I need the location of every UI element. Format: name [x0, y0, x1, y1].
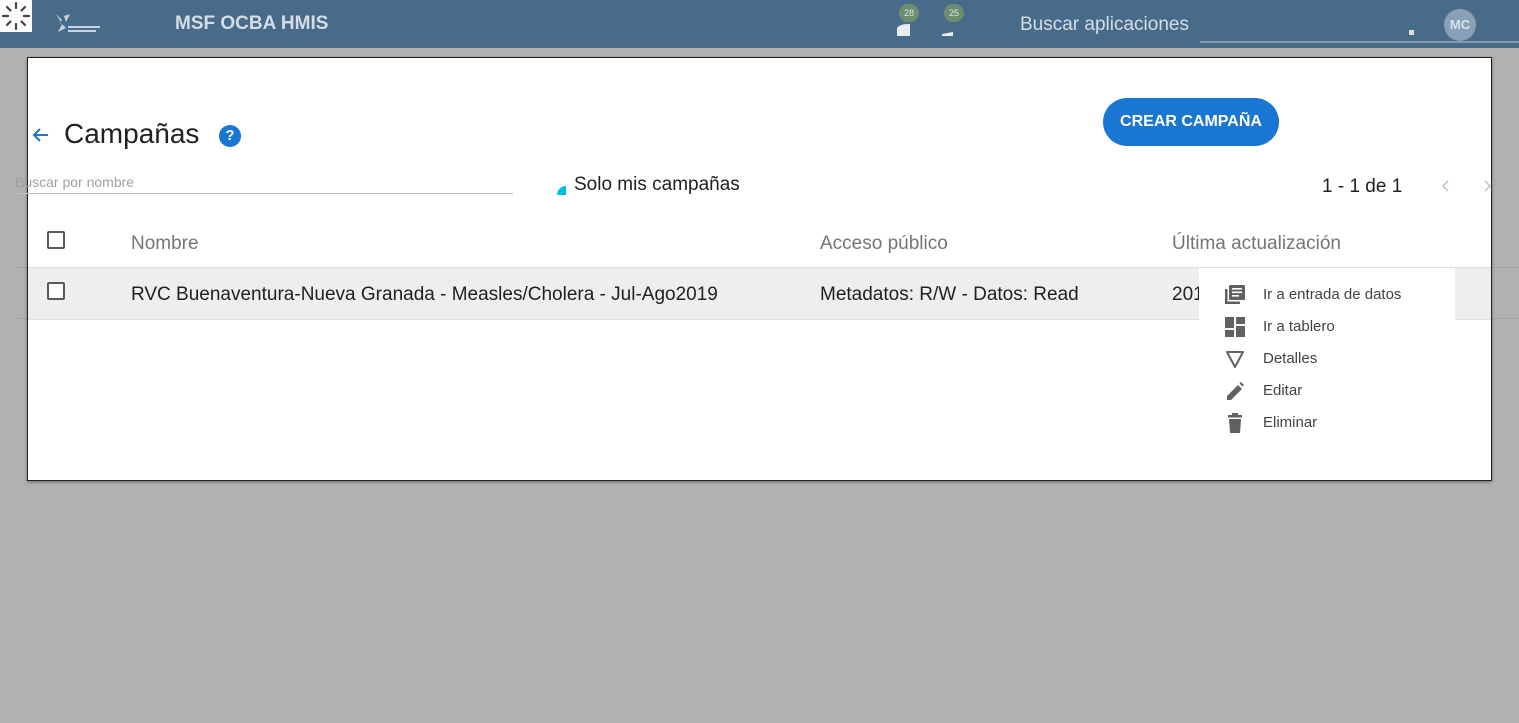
details-icon — [1224, 348, 1246, 370]
menu-label-data-entry: Ir a entrada de datos — [1263, 286, 1402, 303]
search-by-name-input[interactable] — [15, 170, 513, 194]
chevron-left-icon[interactable] — [1438, 176, 1452, 196]
pagination-text: 1 - 1 de 1 — [1322, 176, 1403, 197]
user-avatar[interactable]: MC — [1444, 9, 1476, 41]
delete-icon — [1224, 412, 1246, 434]
select-all-checkbox[interactable] — [47, 231, 65, 249]
table-header: Nombre Acceso público Última actualizaci… — [28, 218, 1491, 268]
menu-label-details: Detalles — [1263, 350, 1318, 367]
column-header-name[interactable]: Nombre — [131, 233, 199, 255]
dashboard-icon — [1224, 316, 1246, 338]
data-entry-icon — [1224, 284, 1246, 306]
campaigns-panel: Campañas ? CREAR CAMPAÑA Solo mis campañ… — [15, 57, 1493, 481]
help-icon[interactable]: ? — [219, 125, 241, 147]
row-public-access-cell: Metadatos: R/W - Datos: Read — [820, 284, 1079, 305]
row-checkbox[interactable] — [47, 282, 65, 300]
messages-count-badge: 28 — [899, 4, 919, 22]
edit-icon — [1224, 380, 1246, 402]
interpretations-count-badge: 25 — [944, 4, 964, 22]
top-header-bar: MSF OCBA HMIS 28 25 Buscar aplicaciones … — [0, 0, 1519, 48]
search-apps-input[interactable]: Buscar aplicaciones — [1020, 14, 1200, 42]
menu-item-details[interactable]: Detalles — [1199, 342, 1455, 374]
column-header-last-updated[interactable]: Última actualización — [1172, 233, 1341, 255]
apps-menu-icon[interactable] — [1409, 30, 1414, 35]
app-title: MSF OCBA HMIS — [175, 13, 329, 34]
menu-label-edit: Editar — [1263, 382, 1303, 399]
menu-item-delete[interactable]: Eliminar — [1199, 406, 1455, 438]
page-title: Campañas — [64, 118, 200, 149]
menu-item-edit[interactable]: Editar — [1199, 374, 1455, 406]
only-mine-label: Solo mis campañas — [574, 174, 740, 195]
msf-logo[interactable] — [52, 10, 104, 36]
chevron-right-icon[interactable] — [1481, 176, 1493, 196]
only-mine-toggle[interactable] — [557, 186, 566, 195]
loading-spinner-icon — [0, 0, 32, 32]
create-campaign-button[interactable]: CREAR CAMPAÑA — [1103, 98, 1279, 146]
column-header-public-access[interactable]: Acceso público — [820, 233, 948, 255]
row-name-cell: RVC Buenaventura-Nueva Granada - Measles… — [131, 284, 718, 305]
back-arrow-icon[interactable] — [30, 124, 52, 146]
row-context-menu: Ir a entrada de datos Ir a tablero Detal… — [1199, 268, 1455, 440]
search-apps-underline — [1200, 41, 1519, 43]
menu-label-delete: Eliminar — [1263, 414, 1318, 431]
menu-item-dashboard[interactable]: Ir a tablero — [1199, 310, 1455, 342]
menu-item-data-entry[interactable]: Ir a entrada de datos — [1199, 278, 1455, 310]
menu-label-dashboard: Ir a tablero — [1263, 318, 1335, 335]
